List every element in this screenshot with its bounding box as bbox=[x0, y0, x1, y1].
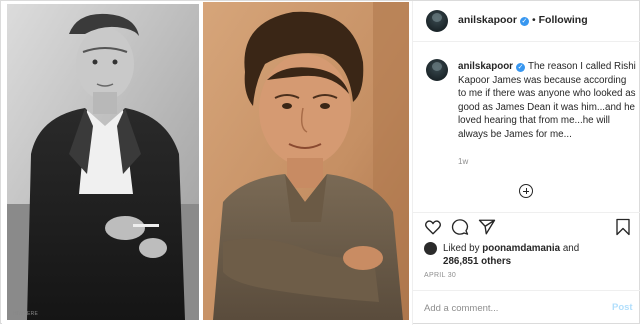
post-date[interactable]: APRIL 30 bbox=[424, 272, 456, 279]
following-button[interactable]: Following bbox=[539, 14, 588, 26]
comment-bubble-icon[interactable] bbox=[451, 218, 469, 236]
caption-text: The reason I called Rishi Kapoor James w… bbox=[458, 61, 636, 140]
post-caption: anilskapoor ✓ The reason I called Rishi Ka… bbox=[458, 60, 636, 142]
author-username[interactable]: anilskapoor bbox=[458, 14, 517, 26]
liker-avatar[interactable] bbox=[424, 242, 437, 255]
save-bookmark-icon[interactable] bbox=[614, 218, 632, 236]
comments-section: anilskapoor ✓ The reason I called Rishi Ka… bbox=[413, 42, 640, 212]
caption-username[interactable]: anilskapoor bbox=[458, 61, 513, 72]
liked-by-conjunction: and bbox=[562, 243, 580, 254]
liked-by-prefix: Liked by bbox=[443, 243, 480, 254]
post-media[interactable]: HIWHERE bbox=[2, 2, 412, 324]
caption-verified-badge-icon: ✓ bbox=[516, 63, 525, 72]
header-separator: • bbox=[531, 14, 536, 26]
post-comment-button[interactable]: Post bbox=[612, 302, 633, 313]
photo-watermark: HIWHERE bbox=[13, 311, 39, 317]
post-header: anilskapoor ✓ • Following bbox=[413, 1, 640, 42]
load-more-comments-icon[interactable] bbox=[519, 184, 533, 198]
caption-timestamp[interactable]: 1w bbox=[458, 157, 468, 166]
post-side-panel: anilskapoor ✓ • Following anilskapoor ✓ The r… bbox=[412, 1, 640, 325]
right-photo bbox=[203, 2, 409, 320]
header-text: anilskapoor ✓ • Following bbox=[458, 14, 588, 26]
add-comment-bar: Post bbox=[413, 290, 640, 326]
like-heart-icon[interactable] bbox=[424, 218, 442, 236]
verified-badge-icon: ✓ bbox=[519, 17, 529, 26]
post-actions: Liked by poonamdamania and 286,851 other… bbox=[413, 212, 640, 291]
liked-by-username[interactable]: poonamdamania bbox=[482, 243, 560, 254]
share-paper-plane-icon[interactable] bbox=[478, 218, 496, 236]
author-avatar[interactable] bbox=[426, 10, 448, 32]
add-comment-input[interactable] bbox=[424, 301, 594, 315]
caption-author-avatar[interactable] bbox=[426, 59, 448, 81]
instagram-post: HIWHERE anilskapoor ✓ • Following anilsk… bbox=[0, 0, 640, 325]
likes-count[interactable]: 286,851 others bbox=[443, 255, 511, 268]
likes-line: Liked by poonamdamania and bbox=[443, 242, 579, 255]
left-photo: HIWHERE bbox=[7, 4, 199, 320]
